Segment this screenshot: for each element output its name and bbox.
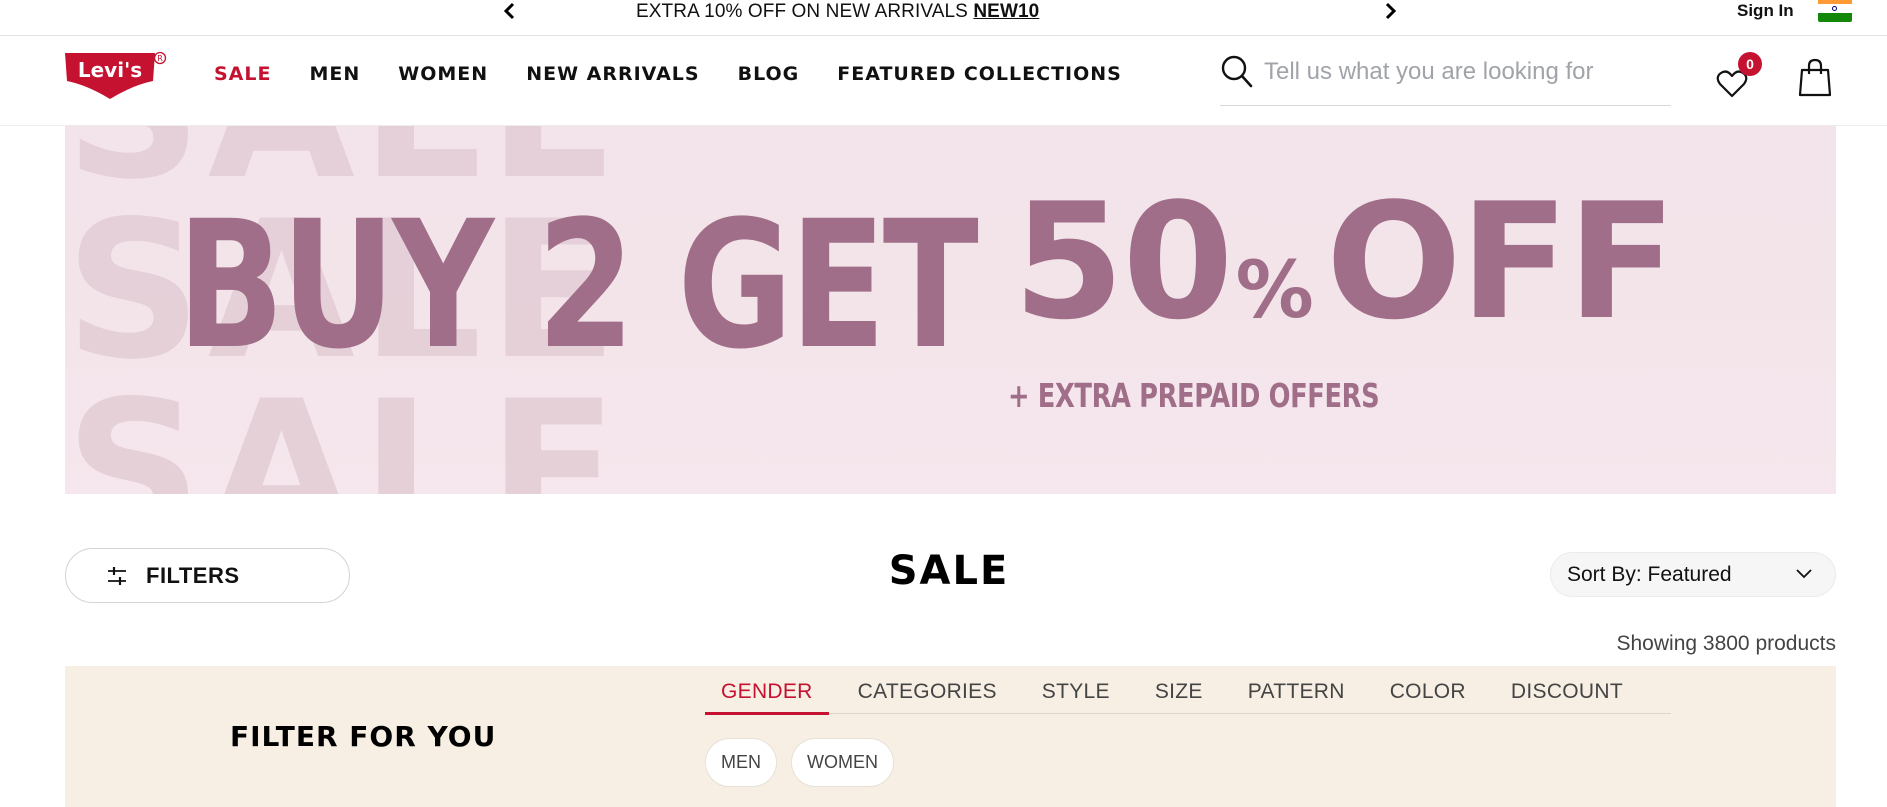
logo-text: Levi's bbox=[78, 58, 142, 82]
search-input[interactable] bbox=[1264, 56, 1664, 88]
promo-next-button[interactable] bbox=[1376, 0, 1406, 22]
tab-size[interactable]: SIZE bbox=[1139, 666, 1219, 714]
filter-tabs: GENDER CATEGORIES STYLE SIZE PATTERN COL… bbox=[705, 666, 1671, 715]
chip-women[interactable]: WOMEN bbox=[791, 738, 894, 787]
main-nav: SALE MEN WOMEN NEW ARRIVALS BLOG FEATURE… bbox=[214, 63, 1160, 85]
tab-discount[interactable]: DISCOUNT bbox=[1495, 666, 1639, 714]
hero-headline: BUY 2 GET bbox=[177, 183, 979, 388]
promo-text: EXTRA 10% OFF ON NEW ARRIVALS bbox=[636, 1, 974, 22]
wishlist-count-badge: 0 bbox=[1738, 52, 1762, 76]
hero-subline: + EXTRA PREPAID OFFERS bbox=[1008, 376, 1380, 415]
chevron-left-icon bbox=[503, 2, 515, 20]
tab-color[interactable]: COLOR bbox=[1374, 666, 1482, 714]
cart-button[interactable] bbox=[1798, 58, 1832, 98]
sort-dropdown[interactable]: Sort By: Featured bbox=[1550, 552, 1836, 597]
hero-discount-number: 50 bbox=[1013, 168, 1234, 355]
nav-sale[interactable]: SALE bbox=[214, 63, 271, 85]
wishlist-button[interactable]: 0 bbox=[1716, 52, 1762, 100]
filter-for-you-heading: FILTER FOR YOU bbox=[230, 720, 497, 753]
shopping-bag-icon bbox=[1798, 58, 1832, 97]
search-icon[interactable] bbox=[1220, 54, 1254, 90]
sort-label: Sort By: Featured bbox=[1567, 563, 1732, 586]
india-flag-icon[interactable] bbox=[1818, 0, 1852, 22]
promo-message: EXTRA 10% OFF ON NEW ARRIVALS NEW10 bbox=[636, 1, 1039, 23]
levis-logo-icon: Levi's R bbox=[65, 51, 167, 99]
nav-women[interactable]: WOMEN bbox=[398, 63, 488, 85]
tab-categories[interactable]: CATEGORIES bbox=[842, 666, 1013, 714]
chevron-down-icon bbox=[1796, 569, 1812, 579]
nav-men[interactable]: MEN bbox=[309, 63, 360, 85]
tab-style[interactable]: STYLE bbox=[1026, 666, 1126, 714]
filter-for-you-section: FILTER FOR YOU GENDER CATEGORIES STYLE S… bbox=[65, 666, 1836, 807]
promo-bar: EXTRA 10% OFF ON NEW ARRIVALS NEW10 Sign… bbox=[0, 0, 1887, 36]
hero-discount: 50%OFF bbox=[1013, 182, 1676, 342]
product-count: Showing 3800 products bbox=[1616, 632, 1837, 655]
sale-hero-banner[interactable]: SALE SALE SALE BUY 2 GET 50%OFF + EXTRA … bbox=[65, 126, 1836, 494]
tab-gender[interactable]: GENDER bbox=[705, 666, 829, 715]
hero-percent-sign: % bbox=[1235, 246, 1314, 336]
promo-prev-button[interactable] bbox=[494, 0, 524, 22]
chip-men[interactable]: MEN bbox=[705, 738, 777, 787]
hero-off-text: OFF bbox=[1325, 168, 1677, 355]
sign-in-link[interactable]: Sign In bbox=[1737, 1, 1794, 21]
nav-featured-collections[interactable]: FEATURED COLLECTIONS bbox=[837, 63, 1122, 85]
chevron-right-icon bbox=[1385, 2, 1397, 20]
nav-new-arrivals[interactable]: NEW ARRIVALS bbox=[526, 63, 699, 85]
tab-pattern[interactable]: PATTERN bbox=[1232, 666, 1361, 714]
levis-logo[interactable]: Levi's R bbox=[63, 51, 167, 103]
site-header: Levi's R SALE MEN WOMEN NEW ARRIVALS BLO… bbox=[0, 36, 1887, 126]
svg-text:R: R bbox=[157, 54, 163, 63]
promo-code[interactable]: NEW10 bbox=[973, 1, 1039, 22]
nav-blog[interactable]: BLOG bbox=[738, 63, 800, 85]
filter-chips: MEN WOMEN bbox=[705, 738, 894, 787]
hero-ghost-text: SALE bbox=[65, 360, 624, 495]
search-bar bbox=[1220, 50, 1671, 106]
